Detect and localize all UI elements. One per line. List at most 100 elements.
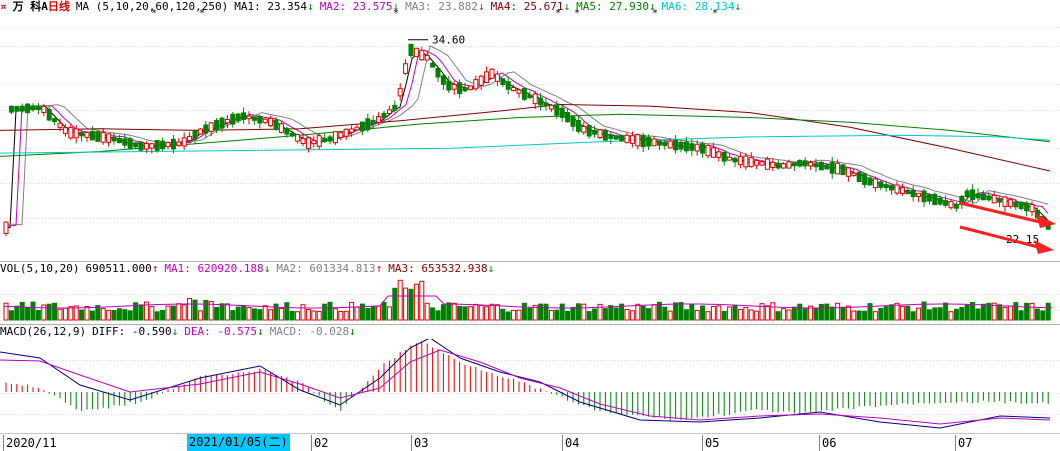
volume-bar — [106, 309, 112, 321]
ma-trend-arrow: ↓ — [734, 0, 742, 13]
volume-bar — [284, 302, 290, 321]
ma1-line — [3, 51, 1049, 229]
volume-bar — [419, 280, 425, 321]
candle-body — [678, 141, 684, 150]
macd-trend-arrow: ↓ — [349, 325, 356, 338]
candle-body — [986, 195, 992, 201]
candle-body — [181, 137, 187, 147]
candle-body — [316, 135, 322, 147]
volume-bar — [856, 310, 862, 321]
volume-bar — [775, 311, 781, 321]
candle-body — [14, 106, 20, 112]
macd-trend-arrow: ↓ — [257, 325, 264, 338]
ma4-line — [0, 103, 1051, 172]
volume-bar — [872, 311, 878, 321]
candle-body — [89, 131, 95, 141]
volume-bar — [300, 304, 306, 321]
volume-bar — [878, 307, 884, 321]
candle-body — [30, 106, 36, 111]
vol-value-3: MA2: 601334.813 — [276, 262, 376, 275]
volume-bar — [894, 302, 900, 321]
vol-trend-arrow: ↑ — [375, 262, 383, 275]
vol-value-1: 690511.000 — [85, 262, 152, 275]
candle-body — [975, 193, 981, 199]
candle-body — [818, 161, 824, 171]
volume-bar — [1040, 310, 1046, 321]
candle-body — [775, 162, 781, 169]
candle-body — [349, 128, 355, 133]
vol-trend-arrow: ↓ — [263, 262, 271, 275]
volume-bar — [457, 306, 463, 321]
candle-body — [932, 193, 938, 206]
candle-body — [397, 87, 403, 97]
candle-body — [68, 126, 74, 139]
volume-bar — [494, 304, 500, 321]
volume-bar — [440, 304, 446, 321]
volume-bar — [203, 299, 209, 321]
candle-body — [505, 81, 511, 90]
stock-chart-window[interactable]: 34.60 22.15 ¤ 万 科A日线 MA (5,10,20,60,120,250… — [0, 0, 1060, 451]
volume-bar — [1013, 302, 1019, 321]
volume-bar — [727, 306, 733, 321]
candle-body — [608, 134, 614, 139]
volume-bar — [624, 309, 630, 321]
volume-bar — [770, 302, 776, 321]
tick-label: 06 — [818, 435, 837, 451]
candle-body — [354, 126, 360, 131]
volume-bar — [764, 305, 770, 321]
volume-bar — [246, 307, 252, 321]
volume-bar — [154, 311, 160, 321]
candle-body — [295, 134, 301, 142]
candle-body — [19, 105, 25, 112]
chart-canvas[interactable]: 34.6022.15 — [0, 0, 1060, 451]
volume-bar — [365, 307, 371, 321]
candle-body — [899, 187, 905, 194]
candle-body — [332, 131, 338, 144]
volume-bar — [673, 302, 679, 321]
volume-bar — [997, 304, 1003, 321]
volume-bar — [478, 305, 484, 321]
candle-body — [273, 119, 279, 130]
volume-bar — [14, 305, 20, 321]
volume-bar — [224, 303, 230, 321]
candle-body — [116, 137, 122, 144]
candle-body — [527, 94, 533, 99]
volume-bar — [57, 308, 63, 321]
volume-bar — [899, 305, 905, 321]
vol-value-4: MA3: 653532.938 — [388, 262, 488, 275]
candle-body — [300, 138, 306, 145]
macd-params: MACD(26,12,9) — [0, 325, 87, 338]
tick-label: 2020/11 — [3, 435, 57, 451]
volume-bar — [840, 306, 846, 321]
candle-body — [219, 117, 225, 129]
candle-body — [187, 135, 193, 141]
volume-bar — [516, 309, 522, 321]
volume-bar — [311, 310, 317, 321]
candle-body — [586, 125, 592, 137]
candle-body — [235, 113, 241, 121]
macd-value-1: DIFF: -0.590 — [92, 325, 172, 338]
marker-star: * — [393, 8, 400, 19]
volume-bar — [251, 308, 257, 321]
macd-trend-arrow: ↓ — [171, 325, 179, 338]
vol-trend-arrow: ↑ — [151, 262, 159, 275]
volume-bar — [948, 311, 954, 321]
candle-body — [451, 84, 457, 90]
tick-label: 02 — [310, 435, 329, 451]
candle-body — [532, 93, 538, 105]
candle-body — [732, 157, 738, 163]
volume-bar — [683, 309, 689, 321]
candle-body — [230, 113, 236, 125]
volume-bar — [235, 306, 241, 321]
ma-value-1: MA1: 23.354 — [234, 0, 308, 13]
volume-bar — [964, 304, 970, 321]
ma-value-4: MA4: 25.671 — [490, 0, 564, 13]
candle-body — [559, 107, 565, 118]
candle-body — [370, 120, 376, 125]
high-price-label: 34.60 — [432, 34, 465, 47]
volume-bar — [970, 302, 976, 321]
volume-bar — [943, 302, 949, 321]
candle-body — [894, 184, 900, 194]
date-axis: 2020/11 2021/01/05(二) 02 03 04 05 06 07 — [0, 433, 1060, 451]
volume-bar — [926, 309, 932, 321]
